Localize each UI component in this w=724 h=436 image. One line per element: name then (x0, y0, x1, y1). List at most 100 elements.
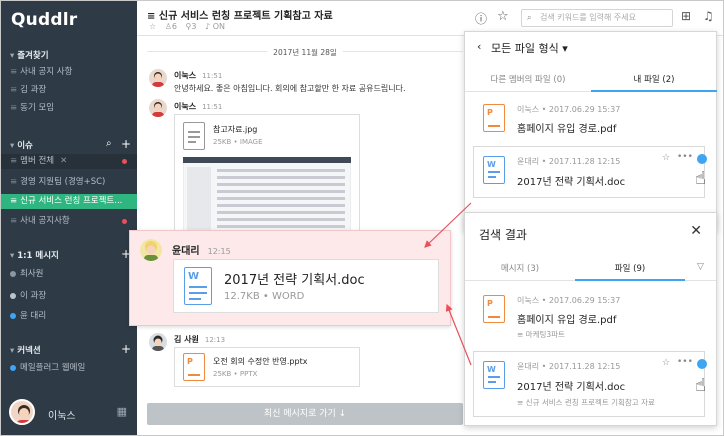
bell-icon[interactable]: ♪ (205, 22, 210, 31)
tab-files[interactable]: 파일 (9) (575, 257, 685, 281)
avatar[interactable] (9, 399, 35, 425)
pdf-file-icon: P (483, 295, 505, 323)
sidebar-item-label: 멤버 전체 (20, 156, 55, 166)
search-input[interactable]: ⌕ 검색 키워드를 입력해 주세요 (521, 9, 673, 27)
avatar-image (16, 405, 32, 423)
file-attachment[interactable]: 참고자료.jpg 25KB • IMAGE (174, 114, 360, 239)
file-meta: 12.7KB • WORD (224, 291, 305, 302)
sidebar-item-label: 사내 공지 사항 (20, 67, 73, 77)
sidebar-item-label: 메일플러그 웹메일 (20, 363, 86, 373)
sidebar-item-launch-project[interactable]: ≡ 신규 서비스 런칭 프로젝트... (1, 194, 137, 209)
file-meta: 윤대리 • 2017.11.28 12:15 (517, 157, 621, 166)
presence-icon (10, 312, 16, 319)
more-icon[interactable]: ••• (677, 357, 693, 367)
sidebar-item-label: 동기 모임 (20, 103, 55, 113)
tab-my-files[interactable]: 내 파일 (2) (591, 68, 717, 92)
file-type-dropdown[interactable]: 모든 파일 형식 ▾ (491, 40, 568, 56)
add-icon[interactable]: + (121, 342, 131, 356)
member-count: 6 (171, 22, 177, 31)
star-icon[interactable]: ☆ (662, 153, 670, 163)
pin-icon[interactable] (697, 359, 707, 369)
word-file-icon: W (483, 361, 505, 389)
dm-section[interactable]: ▾ 1:1 메시지 + (1, 247, 137, 261)
close-icon[interactable]: ✕ (690, 223, 702, 239)
bell-icon[interactable]: ♫ (703, 9, 714, 23)
sidebar-item-lee[interactable]: 이 과장 (1, 289, 137, 304)
cursor-hand-icon: ☝ (695, 375, 706, 396)
user-name: 이눅스 (48, 411, 76, 422)
pdf-file-icon: P (483, 104, 505, 132)
hash-icon: ≡ (10, 103, 18, 113)
sidebar-item-all-members[interactable]: ≡ 멤버 전체 ✕ (1, 154, 137, 169)
channel-meta: ☆ ♙6 ⚲3 ♪ ON (149, 22, 225, 31)
file-list-item[interactable]: W 윤대리 • 2017.11.28 12:15 2017년 전략 기획서.do… (473, 146, 707, 198)
channel-name: 신규 서비스 런칭 프로젝트 기획참고 자료 (525, 398, 655, 407)
search-result-item[interactable]: P 이눅스 • 2017.06.29 15:37 홈페이지 유입 경로.pdf … (473, 289, 705, 343)
star-icon[interactable]: ☆ (497, 9, 509, 24)
search-tabs: 메시지 (3) 파일 (9) ▽ (465, 257, 716, 281)
pin-icon[interactable] (697, 154, 707, 164)
sidebar-item-label: 사내 공지사항 (20, 216, 70, 226)
favorites-section[interactable]: ▾ 즐겨찾기 (1, 47, 137, 61)
avatar[interactable] (140, 239, 162, 261)
message-time: 12:13 (204, 336, 226, 344)
sidebar-item-peers[interactable]: ≡ 동기 모임 (1, 101, 137, 116)
search-results-panel: 검색 결과 ✕ 메시지 (3) 파일 (9) ▽ P 이눅스 • 2017.06… (464, 212, 717, 426)
sidebar-item-label: 경영 지원팀 (경영+SC) (20, 177, 106, 187)
file-attachment[interactable]: P 오전 회의 수정안 반영.pptx 25KB • PPTX (174, 347, 360, 387)
star-icon[interactable]: ☆ (662, 358, 670, 368)
app-window: Quddlr ▾ 즐겨찾기 ≡ 사내 공지 사항 ≡ 김 과장 ≡ 동기 모임 ▾ 이… (0, 0, 724, 436)
callout-arrows (424, 202, 472, 366)
ppt-file-icon: P (183, 353, 205, 381)
connection-section[interactable]: ▾ 커넥션 + (1, 342, 137, 356)
section-label: 1:1 메시지 (17, 251, 59, 261)
sidebar: Quddlr ▾ 즐겨찾기 ≡ 사내 공지 사항 ≡ 김 과장 ≡ 동기 모임 ▾ 이… (1, 1, 137, 435)
info-icon[interactable]: ⓘ (475, 10, 487, 27)
avatar[interactable] (149, 333, 167, 351)
sidebar-item-webmail[interactable]: 메일플러그 웹메일 (1, 361, 137, 376)
file-list-item[interactable]: P 이눅스 • 2017.06.29 15:37 홈페이지 유입 경로.pdf (473, 98, 705, 144)
avatar[interactable] (149, 99, 167, 117)
search-icon: ⌕ (527, 13, 532, 22)
unread-dot (122, 219, 127, 224)
sidebar-item-company-notice[interactable]: ≡ 사내 공지사항 (1, 214, 137, 229)
sidebar-item-kim[interactable]: ≡ 김 과장 (1, 83, 137, 98)
pin-count: 3 (191, 22, 197, 31)
filter-icon[interactable]: ▽ (697, 262, 704, 272)
add-icon[interactable]: + (121, 137, 131, 151)
panel-title: 검색 결과 (479, 228, 527, 242)
hash-icon: ≡ (10, 177, 18, 187)
more-icon[interactable]: ••• (677, 152, 693, 162)
issue-section[interactable]: ▾ 이슈 ⌕ + (1, 137, 137, 151)
section-label: 이슈 (17, 141, 33, 151)
goto-latest-button[interactable]: 최신 메시지로 가기 ↓ (147, 403, 463, 425)
members-icon[interactable]: ♙ (165, 22, 172, 31)
sidebar-footer: 이눅스 ▦ (1, 394, 137, 435)
notify-status: ON (212, 22, 225, 31)
tab-messages[interactable]: 메시지 (3) (465, 257, 575, 281)
menu-icon[interactable]: ≡ (147, 11, 159, 22)
channel-icon: ≡ (517, 398, 526, 407)
sidebar-item-choi[interactable]: 최사원 (1, 267, 137, 282)
back-icon[interactable]: ‹ (477, 40, 481, 53)
caret-down-icon: ▾ (562, 42, 568, 55)
gift-icon[interactable]: ⊞ (681, 9, 691, 23)
sidebar-item-management[interactable]: ≡ 경영 지원팀 (경영+SC) (1, 175, 137, 190)
avatar[interactable] (149, 69, 167, 87)
sidebar-item-label: 김 과장 (20, 85, 47, 95)
tab-others-files[interactable]: 다른 멤버의 파일 (0) (465, 68, 591, 92)
message-text: 안녕하세요. 좋은 아침입니다. 회의에 참고할만 한 자료 공유드립니다. (174, 84, 406, 93)
sidebar-item-notice[interactable]: ≡ 사내 공지 사항 (1, 65, 137, 80)
sidebar-item-label: 신규 서비스 런칭 프로젝트... (20, 196, 123, 206)
search-placeholder: 검색 키워드를 입력해 주세요 (540, 13, 636, 22)
search-result-item[interactable]: W 윤대리 • 2017.11.28 12:15 2017년 전략 기획서.do… (473, 351, 707, 417)
panel-title: 모든 파일 형식 (491, 42, 559, 55)
star-icon[interactable]: ☆ (149, 22, 156, 31)
search-icon[interactable]: ⌕ (106, 137, 112, 151)
files-tabs: 다른 멤버의 파일 (0) 내 파일 (2) (465, 68, 717, 92)
section-label: 즐겨찾기 (17, 51, 49, 61)
grid-menu-icon[interactable]: ▦ (117, 405, 127, 418)
sidebar-item-yoon[interactable]: 윤 대리 (1, 309, 137, 324)
file-name: 참고자료.jpg (213, 125, 258, 134)
file-meta: 이눅스 • 2017.06.29 15:37 (517, 105, 621, 114)
